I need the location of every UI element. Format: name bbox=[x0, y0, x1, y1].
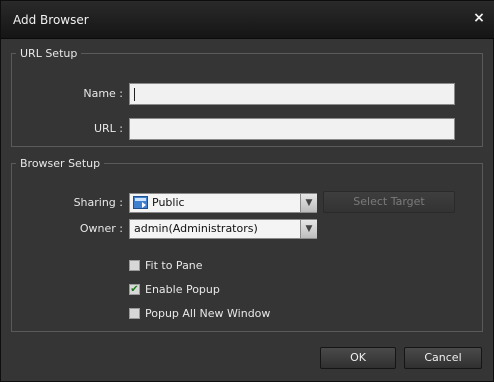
url-label: URL : bbox=[93, 122, 123, 135]
popup-all-new-window-label: Popup All New Window bbox=[145, 307, 271, 320]
owner-value: admin(Administrators) bbox=[134, 222, 258, 235]
enable-popup-label: Enable Popup bbox=[145, 283, 220, 296]
dialog-title: Add Browser bbox=[13, 13, 89, 27]
sharing-label: Sharing : bbox=[73, 196, 123, 209]
title-bar[interactable]: Add Browser × bbox=[1, 1, 494, 39]
ok-button[interactable]: OK bbox=[320, 347, 396, 369]
add-browser-dialog: Add Browser × URL Setup Name : URL : Bro… bbox=[0, 0, 494, 382]
computer-icon bbox=[133, 196, 148, 209]
browser-setup-legend: Browser Setup bbox=[20, 157, 101, 170]
select-target-button[interactable]: Select Target bbox=[323, 191, 455, 213]
url-setup-legend: URL Setup bbox=[20, 47, 78, 60]
url-input[interactable] bbox=[129, 118, 455, 140]
owner-select[interactable]: admin(Administrators) ▼ bbox=[129, 219, 317, 239]
close-icon[interactable]: × bbox=[471, 10, 487, 26]
enable-popup-checkbox[interactable]: ✔ bbox=[129, 284, 140, 295]
popup-all-new-window-checkbox[interactable] bbox=[129, 308, 140, 319]
name-label: Name : bbox=[83, 87, 123, 100]
browser-setup-group: Browser Setup bbox=[11, 157, 483, 332]
name-input[interactable] bbox=[129, 83, 455, 105]
sharing-select[interactable]: Public ▼ bbox=[129, 193, 317, 213]
chevron-down-icon[interactable]: ▼ bbox=[300, 194, 317, 212]
chevron-down-icon[interactable]: ▼ bbox=[300, 220, 317, 238]
sharing-value: Public bbox=[152, 196, 185, 209]
owner-label: Owner : bbox=[79, 222, 123, 235]
fit-to-pane-checkbox[interactable] bbox=[129, 260, 140, 271]
cancel-button[interactable]: Cancel bbox=[404, 347, 482, 369]
text-caret bbox=[134, 88, 135, 101]
fit-to-pane-label: Fit to Pane bbox=[145, 259, 203, 272]
